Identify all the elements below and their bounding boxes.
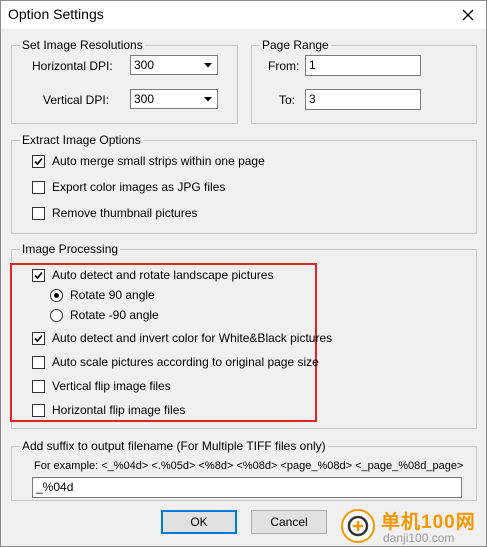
remove-thumbnail-label: Remove thumbnail pictures <box>52 206 198 220</box>
from-input[interactable]: 1 <box>305 55 421 76</box>
auto-rotate-checkbox[interactable]: Auto detect and rotate landscape picture… <box>32 267 273 283</box>
option-settings-dialog: Option Settings Set Image Resolutions Ho… <box>0 0 487 547</box>
site-watermark: 单机100网 danji100.com <box>337 503 487 547</box>
vertical-dpi-select[interactable]: 300 <box>130 89 218 109</box>
vertical-flip-label: Vertical flip image files <box>52 379 171 393</box>
radio-circle[interactable] <box>50 308 63 322</box>
to-input[interactable]: 3 <box>305 89 421 110</box>
cancel-button[interactable]: Cancel <box>251 510 327 534</box>
suffix-group-title: Add suffix to output filename (For Multi… <box>20 439 328 453</box>
checkbox-box[interactable] <box>32 355 45 369</box>
checkbox-box[interactable] <box>32 206 45 220</box>
ok-button[interactable]: OK <box>161 510 237 534</box>
rotate-neg90-radio[interactable]: Rotate -90 angle <box>50 307 159 323</box>
export-jpg-checkbox[interactable]: Export color images as JPG files <box>32 179 225 195</box>
close-icon <box>462 9 474 21</box>
cancel-button-label: Cancel <box>270 515 308 529</box>
chevron-down-icon[interactable] <box>200 57 216 73</box>
chevron-down-icon[interactable] <box>200 91 216 107</box>
radio-circle[interactable] <box>50 288 63 302</box>
auto-scale-checkbox[interactable]: Auto scale pictures according to origina… <box>32 354 319 370</box>
image-processing-group-title: Image Processing <box>20 242 121 256</box>
rotate-90-label: Rotate 90 angle <box>70 288 155 302</box>
watermark-logo-icon <box>341 509 375 543</box>
checkbox-box[interactable] <box>32 154 45 168</box>
close-button[interactable] <box>450 1 486 29</box>
horizontal-dpi-label: Horizontal DPI: <box>32 59 113 73</box>
radio-dot <box>54 292 59 298</box>
horizontal-dpi-select[interactable]: 300 <box>130 55 218 75</box>
to-label: To: <box>279 93 296 107</box>
rotate-neg90-label: Rotate -90 angle <box>70 308 159 322</box>
checkbox-box[interactable] <box>32 379 45 393</box>
checkbox-box[interactable] <box>32 403 45 417</box>
merge-strips-checkbox[interactable]: Auto merge small strips within one page <box>32 153 265 169</box>
page-range-group-title: Page Range <box>260 38 331 52</box>
vertical-flip-checkbox[interactable]: Vertical flip image files <box>32 378 171 394</box>
auto-rotate-label: Auto detect and rotate landscape picture… <box>52 268 274 282</box>
horizontal-flip-label: Horizontal flip image files <box>52 403 186 417</box>
from-label: From: <box>268 59 300 73</box>
export-jpg-label: Export color images as JPG files <box>52 180 226 194</box>
checkbox-box[interactable] <box>32 268 45 282</box>
watermark-name: 单机100网 <box>381 512 476 533</box>
suffix-example-text: For example: <_%04d> <.%05d> <%8d> <%08d… <box>34 460 464 472</box>
extract-options-group-title: Extract Image Options <box>20 133 143 147</box>
auto-scale-label: Auto scale pictures according to origina… <box>52 355 319 369</box>
vertical-dpi-label: Vertical DPI: <box>43 93 110 107</box>
checkbox-box[interactable] <box>32 331 45 345</box>
checkbox-box[interactable] <box>32 180 45 194</box>
ok-button-label: OK <box>190 515 208 529</box>
suffix-input[interactable]: _%04d <box>32 477 462 498</box>
resolutions-group-title: Set Image Resolutions <box>20 38 145 52</box>
merge-strips-label: Auto merge small strips within one page <box>52 154 265 168</box>
invert-color-checkbox[interactable]: Auto detect and invert color for White&B… <box>32 330 332 346</box>
watermark-url: danji100.com <box>383 531 455 545</box>
invert-color-label: Auto detect and invert color for White&B… <box>52 331 333 345</box>
title-bar: Option Settings <box>1 1 486 29</box>
horizontal-flip-checkbox[interactable]: Horizontal flip image files <box>32 402 185 418</box>
window-title: Option Settings <box>8 6 104 22</box>
horizontal-dpi-value: 300 <box>134 58 155 72</box>
remove-thumbnail-checkbox[interactable]: Remove thumbnail pictures <box>32 205 197 221</box>
vertical-dpi-value: 300 <box>134 92 155 106</box>
rotate-90-radio[interactable]: Rotate 90 angle <box>50 287 155 303</box>
